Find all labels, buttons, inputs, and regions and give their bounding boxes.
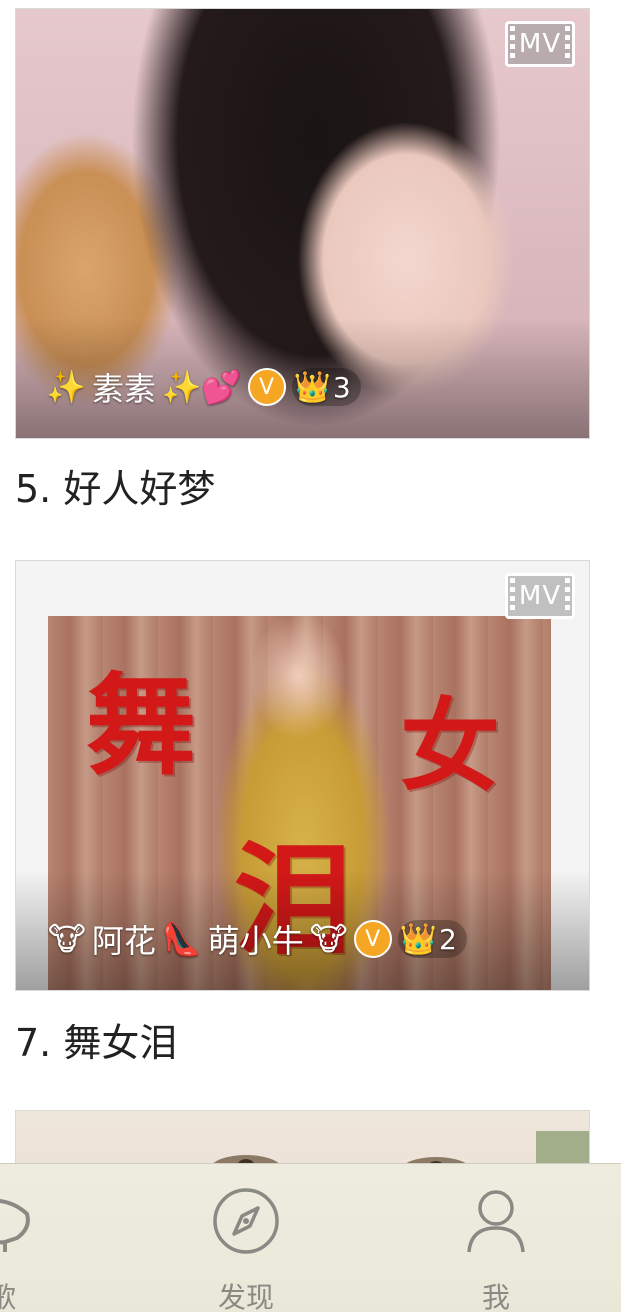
crown-icon: 👑: [293, 369, 331, 405]
tab-me[interactable]: 我: [416, 1164, 576, 1314]
sparkle-emoji: ✨: [46, 368, 86, 406]
vip-badge: V: [247, 368, 286, 406]
feed-card[interactable]: 舞 女 泪 MV 🐮 阿花 👠 萌小牛 🐮 V 👑 2: [15, 560, 590, 991]
author-name-2: 萌小牛: [207, 922, 304, 960]
person-icon: [467, 1190, 525, 1253]
heel-emoji: 👠: [161, 920, 202, 958]
author-row[interactable]: ✨ 素素 ✨💕 V 👑 3: [46, 364, 361, 410]
mv-label: MV: [518, 581, 562, 611]
crown-count: 3: [332, 370, 351, 404]
author-name: 阿花: [91, 922, 156, 960]
song-title[interactable]: 5. 好人好梦: [15, 458, 215, 513]
crown-count: 2: [438, 922, 457, 956]
mv-badge: MV: [505, 573, 575, 619]
crown-badge: 👑 2: [397, 920, 467, 958]
cover-text: 女: [400, 687, 500, 805]
cow-emoji: 🐮: [309, 920, 348, 958]
compass-icon: [213, 1188, 279, 1254]
tab-discover[interactable]: 发现: [166, 1164, 326, 1314]
tab-label: 我: [481, 1281, 510, 1314]
author-emoji: ✨💕: [161, 368, 242, 406]
mv-label: MV: [518, 29, 562, 59]
crown-badge: 👑 3: [291, 368, 361, 406]
author-name: 素素: [91, 370, 156, 408]
vip-badge: V: [353, 920, 392, 958]
feed-card[interactable]: MV ✨ 素素 ✨💕 V 👑 3: [15, 8, 590, 439]
crown-icon: 👑: [399, 921, 437, 957]
tab-song[interactable]: 歌: [0, 1164, 80, 1314]
cover-text: 舞: [86, 661, 196, 790]
tab-label: 发现: [217, 1281, 274, 1314]
tab-label: 歌: [0, 1281, 16, 1314]
bottom-tab-bar: 歌 发现 我: [0, 1163, 621, 1314]
author-row[interactable]: 🐮 阿花 👠 萌小牛 🐮 V 👑 2: [48, 916, 467, 962]
cow-emoji: 🐮: [48, 920, 86, 958]
song-icon: [0, 1199, 30, 1252]
song-title[interactable]: 7. 舞女泪: [15, 1012, 177, 1067]
mv-badge: MV: [505, 21, 575, 67]
